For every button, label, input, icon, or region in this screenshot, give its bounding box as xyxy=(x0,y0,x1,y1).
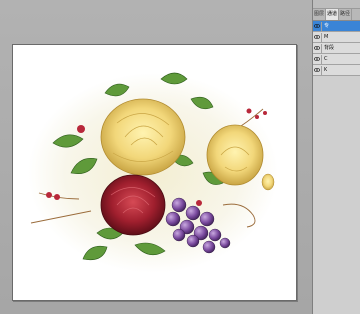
channel-label: K xyxy=(324,67,328,73)
channel-row[interactable]: M xyxy=(313,32,360,43)
channel-row[interactable]: C xyxy=(313,54,360,65)
channel-label: 专 xyxy=(324,23,330,29)
document-canvas[interactable] xyxy=(12,44,297,301)
eye-icon[interactable] xyxy=(313,32,322,42)
panel-tabs: 图层 通道 路径 xyxy=(313,9,360,21)
channels-panel: 图层 通道 路径 专 M 背段 C K xyxy=(312,0,360,314)
eye-icon[interactable] xyxy=(313,21,322,31)
channel-label: 背段 xyxy=(324,45,335,51)
channel-row[interactable]: 背段 xyxy=(313,43,360,54)
channel-label: M xyxy=(324,34,329,40)
tab-layers[interactable]: 图层 xyxy=(313,9,327,20)
floral-artwork xyxy=(28,72,278,273)
eye-icon[interactable] xyxy=(313,54,322,64)
document-workspace[interactable] xyxy=(0,0,312,314)
channel-label: C xyxy=(324,56,328,62)
channel-row[interactable]: K xyxy=(313,65,360,76)
panel-empty-area xyxy=(313,76,360,314)
eye-icon[interactable] xyxy=(313,65,322,75)
tab-channels[interactable]: 通道 xyxy=(326,9,340,20)
panel-header xyxy=(313,0,360,9)
channel-row[interactable]: 专 xyxy=(313,21,360,32)
tab-paths[interactable]: 路径 xyxy=(339,9,353,20)
eye-icon[interactable] xyxy=(313,43,322,53)
